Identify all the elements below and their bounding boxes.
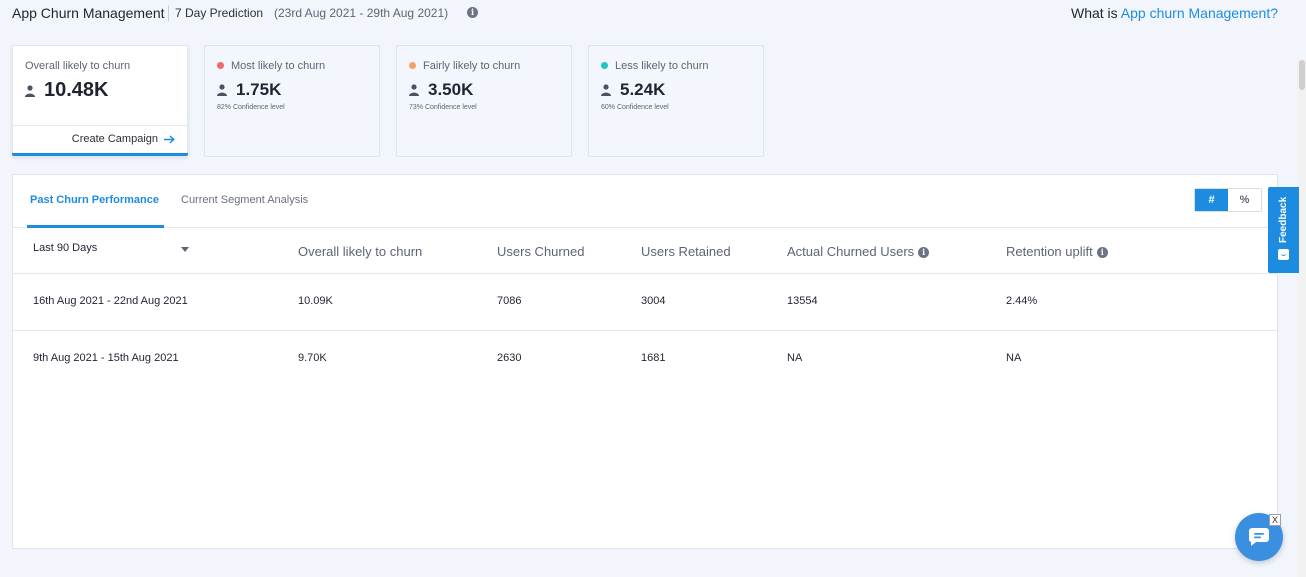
column-header-label: Actual Churned Users: [787, 244, 915, 259]
column-header-label: Retention uplift: [1006, 244, 1093, 259]
create-campaign-button[interactable]: Create Campaign: [72, 133, 175, 145]
create-campaign-label: Create Campaign: [71, 133, 158, 145]
arrow-right-icon: [164, 134, 175, 144]
table-cell-overall: 9.70K: [298, 352, 327, 364]
user-icon: [217, 84, 227, 96]
card-value-text: 10.48K: [44, 79, 109, 101]
chat-bubble-icon: [1248, 528, 1269, 546]
percent-toggle-button[interactable]: %: [1228, 189, 1261, 211]
column-header-label: Users Retained: [641, 244, 731, 259]
confidence-level: 82% Confidence level: [217, 104, 285, 111]
table-cell-overall: 10.09K: [298, 295, 333, 307]
card-overall-likely-to-churn[interactable]: Overall likely to churn 10.48K Create Ca…: [12, 45, 188, 156]
confidence-level: 73% Confidence level: [409, 104, 477, 111]
orange-dot-icon: [409, 62, 416, 69]
column-header-label: Users Churned: [497, 244, 585, 259]
column-header-users-retained: Users Retained: [641, 244, 731, 259]
what-is-link[interactable]: App churn Management?: [1121, 5, 1278, 21]
page-header: App Churn Management 7 Day Prediction (2…: [0, 0, 1306, 28]
what-is-prefix: What is: [1070, 5, 1121, 21]
chevron-down-icon[interactable]: [181, 247, 189, 252]
teal-dot-icon: [601, 62, 608, 69]
card-value: 1.75K: [217, 80, 281, 100]
table-cell-retained: 1681: [641, 352, 666, 364]
what-is-help[interactable]: What is App churn Management?: [1071, 5, 1278, 21]
card-label: Fairly likely to churn: [409, 60, 520, 72]
tab-past-churn-performance[interactable]: Past Churn Performance: [30, 194, 159, 206]
table-cell-churned: 2630: [497, 352, 522, 364]
table-cell-period: 9th Aug 2021 - 15th Aug 2021: [33, 352, 179, 364]
card-label: Most likely to churn: [217, 60, 325, 72]
page-scrollbar[interactable]: [1297, 58, 1306, 577]
tab-bar-border: [13, 227, 1277, 228]
card-label: Overall likely to churn: [25, 60, 131, 72]
card-value-text: 3.50K: [428, 80, 474, 99]
feedback-label: Feedback: [1278, 196, 1289, 243]
card-value: 5.24K: [601, 80, 665, 100]
card-value: 3.50K: [409, 80, 473, 100]
user-icon: [25, 84, 35, 97]
card-label: Less likely to churn: [601, 60, 709, 72]
header-separator: [168, 5, 169, 21]
active-tab-indicator: [27, 225, 164, 228]
column-header-users-churned: Users Churned: [497, 244, 584, 259]
confidence-level: 60% Confidence level: [601, 104, 669, 111]
count-toggle-button[interactable]: #: [1195, 189, 1228, 211]
column-header-actual-churned: Actual Churned Users i: [787, 244, 930, 259]
table-cell-period: 16th Aug 2021 - 22nd Aug 2021: [33, 295, 188, 307]
count-percent-toggle: # %: [1194, 188, 1262, 212]
smile-icon: [1278, 249, 1289, 260]
prediction-label: 7 Day Prediction: [175, 6, 264, 20]
table-cell-retained: 3004: [641, 295, 666, 307]
prediction-date-range: (23rd Aug 2021 - 29th Aug 2021): [274, 6, 449, 20]
red-dot-icon: [217, 62, 224, 69]
info-icon[interactable]: i: [467, 7, 478, 18]
card-less-likely-to-churn[interactable]: Less likely to churn 5.24K 60% Confidenc…: [588, 45, 764, 157]
card-most-likely-to-churn[interactable]: Most likely to churn 1.75K 82% Confidenc…: [204, 45, 380, 157]
card-label-text: Fairly likely to churn: [423, 60, 521, 72]
info-icon[interactable]: i: [918, 246, 930, 258]
table-cell-retention-uplift: 2.44%: [1006, 295, 1038, 307]
card-divider: [13, 125, 187, 126]
column-header-retention-uplift: Retention uplift i: [1006, 244, 1108, 259]
card-label-text: Most likely to churn: [231, 60, 326, 72]
column-header-label: Overall likely to churn: [298, 244, 423, 259]
page-title: App Churn Management: [12, 5, 165, 21]
table-cell-actual-churned: NA: [787, 352, 803, 364]
scrollbar-thumb[interactable]: [1299, 60, 1305, 90]
chat-close-button[interactable]: X: [1269, 514, 1281, 526]
tab-current-segment-analysis[interactable]: Current Segment Analysis: [181, 194, 308, 206]
period-select[interactable]: Last 90 Days: [33, 242, 97, 254]
card-value-text: 5.24K: [620, 80, 666, 99]
card-value: 10.48K: [25, 79, 109, 102]
table-cell-retention-uplift: NA: [1006, 352, 1022, 364]
table-header-divider: [13, 273, 1277, 274]
table-cell-churned: 7086: [497, 295, 522, 307]
table-row-divider: [13, 330, 1277, 331]
user-icon: [409, 84, 419, 96]
feedback-tab[interactable]: Feedback: [1268, 187, 1299, 273]
card-value-text: 1.75K: [236, 80, 282, 99]
info-icon[interactable]: i: [1096, 246, 1108, 258]
table-cell-actual-churned: 13554: [787, 295, 818, 307]
churn-performance-panel: Past Churn Performance Current Segment A…: [12, 174, 1278, 549]
column-header-overall-likely: Overall likely to churn: [298, 244, 422, 259]
card-fairly-likely-to-churn[interactable]: Fairly likely to churn 3.50K 73% Confide…: [396, 45, 572, 157]
user-icon: [601, 84, 611, 96]
card-label-text: Less likely to churn: [615, 60, 709, 72]
